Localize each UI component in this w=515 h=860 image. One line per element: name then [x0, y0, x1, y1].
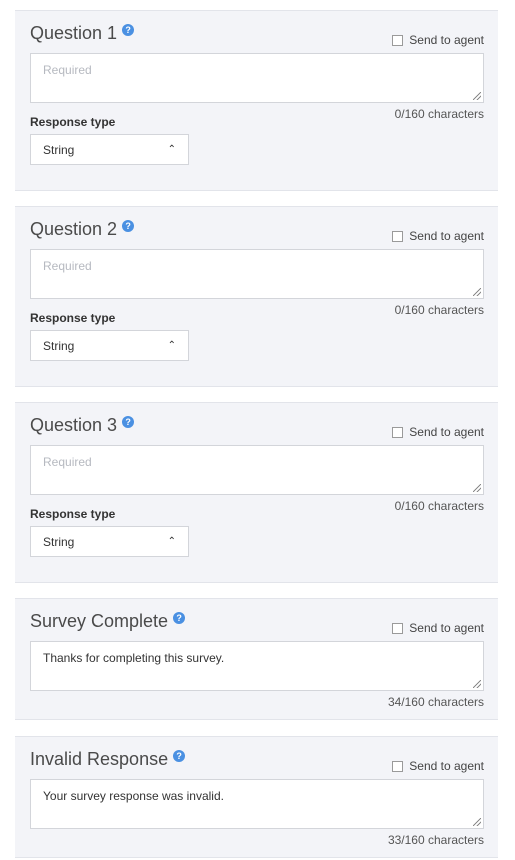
question-3-title-row: Question 3 ?: [30, 415, 135, 436]
help-icon[interactable]: ?: [173, 611, 186, 624]
invalid-response-send-to-agent[interactable]: Send to agent: [392, 759, 484, 773]
question-2-card: Question 2 ? Send to agent Required 0/16…: [15, 206, 498, 387]
help-icon[interactable]: ?: [122, 219, 135, 232]
survey-complete-card: Survey Complete ? Send to agent Thanks f…: [15, 598, 498, 720]
survey-complete-char-count: 34/160 characters: [387, 695, 484, 709]
invalid-response-title: Invalid Response: [30, 749, 169, 769]
send-to-agent-checkbox[interactable]: [392, 622, 404, 634]
help-icon[interactable]: ?: [122, 415, 135, 428]
question-3-response-type-select[interactable]: String ⌃: [30, 526, 189, 557]
question-1-title-row: Question 1 ?: [30, 23, 135, 44]
send-to-agent-checkbox[interactable]: [392, 230, 404, 242]
send-to-agent-label: Send to agent: [409, 759, 484, 773]
question-3-response-type-label: Response type: [30, 507, 116, 521]
chevron-up-icon: ⌃: [167, 340, 176, 351]
question-1-title: Question 1: [30, 23, 118, 43]
help-icon[interactable]: ?: [122, 23, 135, 36]
resize-grip-icon[interactable]: [473, 680, 481, 688]
question-1-response-type-label: Response type: [30, 115, 116, 129]
question-2-title-row: Question 2 ?: [30, 219, 135, 240]
invalid-response-char-count: 33/160 characters: [387, 833, 484, 847]
question-1-response-type-select[interactable]: String ⌃: [30, 134, 189, 165]
question-2-title: Question 2: [30, 219, 118, 239]
question-2-send-to-agent[interactable]: Send to agent: [392, 229, 484, 243]
question-3-send-to-agent[interactable]: Send to agent: [392, 425, 484, 439]
question-1-response-type-value: String: [43, 142, 75, 157]
question-1-send-to-agent[interactable]: Send to agent: [392, 33, 484, 47]
survey-complete-input[interactable]: Thanks for completing this survey.: [30, 641, 484, 691]
resize-grip-icon[interactable]: [473, 484, 481, 492]
question-3-placeholder: Required: [43, 455, 92, 469]
question-3-char-count: 0/160 characters: [394, 499, 484, 513]
question-1-placeholder: Required: [43, 63, 92, 77]
invalid-response-title-row: Invalid Response ?: [30, 749, 186, 770]
send-to-agent-checkbox[interactable]: [392, 426, 404, 438]
send-to-agent-label: Send to agent: [409, 229, 484, 243]
survey-complete-title-row: Survey Complete ?: [30, 611, 186, 632]
resize-grip-icon[interactable]: [473, 92, 481, 100]
resize-grip-icon[interactable]: [473, 818, 481, 826]
send-to-agent-label: Send to agent: [409, 425, 484, 439]
send-to-agent-label: Send to agent: [409, 33, 484, 47]
question-1-char-count: 0/160 characters: [394, 107, 484, 121]
send-to-agent-label: Send to agent: [409, 621, 484, 635]
survey-complete-title: Survey Complete: [30, 611, 169, 631]
resize-grip-icon[interactable]: [473, 288, 481, 296]
question-1-input[interactable]: Required: [30, 53, 484, 103]
question-2-response-type-label: Response type: [30, 311, 116, 325]
survey-complete-text: Thanks for completing this survey.: [43, 651, 225, 665]
question-3-input[interactable]: Required: [30, 445, 484, 495]
chevron-up-icon: ⌃: [167, 536, 176, 547]
question-2-response-type-select[interactable]: String ⌃: [30, 330, 189, 361]
survey-complete-send-to-agent[interactable]: Send to agent: [392, 621, 484, 635]
invalid-response-card: Invalid Response ? Send to agent Your su…: [15, 736, 498, 858]
send-to-agent-checkbox[interactable]: [392, 34, 404, 46]
help-icon[interactable]: ?: [173, 749, 186, 762]
question-2-char-count: 0/160 characters: [394, 303, 484, 317]
question-2-response-type-value: String: [43, 338, 75, 353]
question-3-card: Question 3 ? Send to agent Required 0/16…: [15, 402, 498, 583]
question-2-input[interactable]: Required: [30, 249, 484, 299]
invalid-response-text: Your survey response was invalid.: [43, 789, 224, 803]
send-to-agent-checkbox[interactable]: [392, 760, 404, 772]
question-3-title: Question 3: [30, 415, 118, 435]
question-3-response-type-value: String: [43, 534, 75, 549]
question-1-card: Question 1 ? Send to agent Required 0/16…: [15, 10, 498, 191]
chevron-up-icon: ⌃: [167, 144, 176, 155]
question-2-placeholder: Required: [43, 259, 92, 273]
invalid-response-input[interactable]: Your survey response was invalid.: [30, 779, 484, 829]
